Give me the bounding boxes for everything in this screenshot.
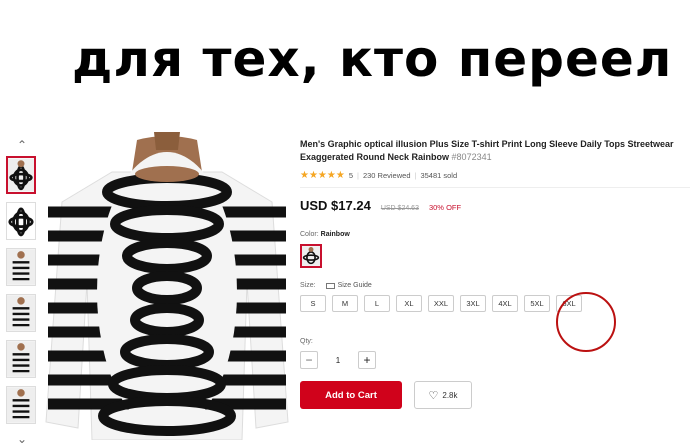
divider (300, 187, 690, 188)
gallery-up-arrow-icon[interactable]: ⌃ (4, 138, 40, 152)
qty-plus-button[interactable]: + (358, 351, 376, 369)
size-option-xl[interactable]: XL (396, 295, 422, 312)
size-option-3xl[interactable]: 3XL (460, 295, 486, 312)
color-label-text: Color: (300, 231, 319, 238)
size-options: S M L XL XXL 3XL 4XL 5XL 6XL (300, 295, 690, 312)
thumbnail-gallery: ⌃ ⌄ (4, 138, 40, 446)
size-option-s[interactable]: S (300, 295, 326, 312)
color-value: Rainbow (320, 231, 350, 238)
star-rating-icon: ★★★★★ (300, 170, 345, 181)
size-option-4xl[interactable]: 4XL (492, 295, 518, 312)
qty-value[interactable]: 1 (324, 356, 352, 365)
product-info: Men's Graphic optical illusion Plus Size… (300, 138, 690, 409)
size-option-6xl[interactable]: 6XL (556, 295, 582, 312)
meme-caption: для тех, кто переел (72, 30, 673, 88)
color-swatch-rainbow[interactable] (300, 244, 322, 268)
add-to-cart-button[interactable]: Add to Cart (300, 381, 402, 409)
separator: | (414, 171, 417, 180)
color-label: Color: Rainbow (300, 231, 690, 238)
size-option-5xl[interactable]: 5XL (524, 295, 550, 312)
wishlist-button[interactable]: ♡ 2.8k (414, 381, 472, 409)
thumbnail-1[interactable] (6, 156, 36, 194)
ruler-icon (325, 282, 335, 289)
quantity-stepper: − 1 + (300, 351, 690, 369)
size-option-m[interactable]: M (332, 295, 358, 312)
gallery-down-arrow-icon[interactable]: ⌄ (4, 432, 40, 446)
thumbnail-6[interactable] (6, 386, 36, 424)
original-price: USD $24.63 (380, 205, 419, 212)
qty-minus-button[interactable]: − (300, 351, 318, 369)
cart-actions: Add to Cart ♡ 2.8k (300, 381, 690, 409)
rating-row: ★★★★★ 5 | 230 Reviewed | 35481 sold (300, 170, 690, 181)
discount-badge: 30% OFF (428, 203, 462, 212)
current-price: USD $17.24 (300, 198, 371, 213)
qty-label: Qty: (300, 338, 313, 345)
product-sku: #8072341 (451, 152, 492, 162)
thumbnail-4[interactable] (6, 294, 36, 332)
sold-count: 35481 sold (420, 171, 458, 180)
product-title: Men's Graphic optical illusion Plus Size… (300, 138, 690, 164)
separator: | (357, 171, 359, 180)
thumbnail-3[interactable] (6, 248, 36, 286)
thumbnail-5[interactable] (6, 340, 36, 378)
wishlist-count: 2.8k (442, 390, 458, 400)
size-option-xxl[interactable]: XXL (428, 295, 454, 312)
size-label: Size: (300, 282, 316, 289)
main-product-image (42, 132, 292, 440)
size-option-l[interactable]: L (364, 295, 390, 312)
size-guide-text: Size Guide (337, 282, 372, 289)
rating-score: 5 (348, 171, 353, 180)
price-row: USD $17.24 USD $24.63 30% OFF (300, 198, 690, 213)
review-count-link[interactable]: 230 Reviewed (363, 171, 411, 180)
heart-icon: ♡ (428, 389, 439, 402)
size-guide-link[interactable]: Size Guide (325, 282, 372, 289)
thumbnail-2[interactable] (6, 202, 36, 240)
size-label-row: Size: Size Guide (300, 282, 690, 289)
